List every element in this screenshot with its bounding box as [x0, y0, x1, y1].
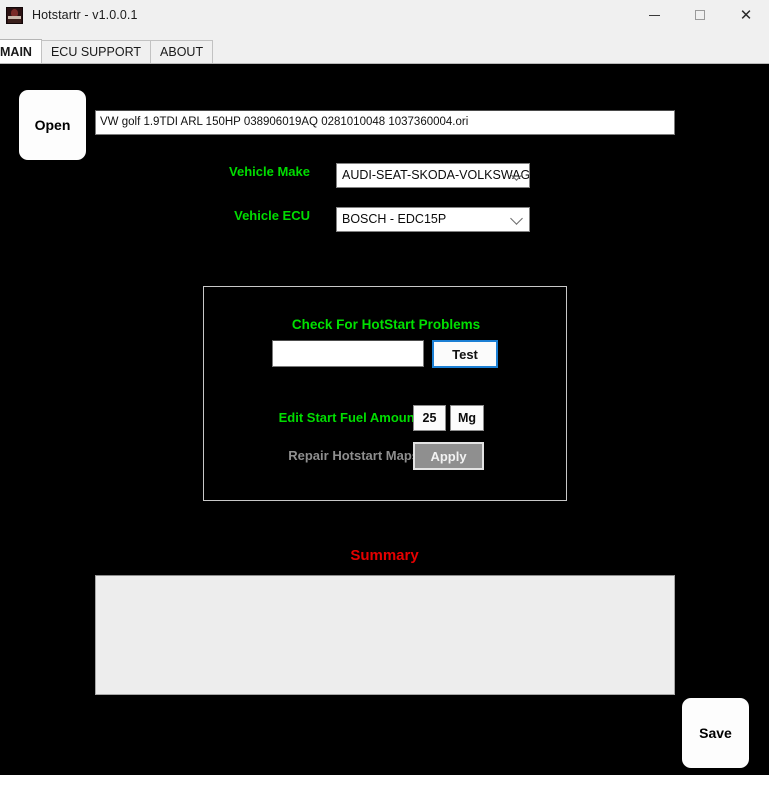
title-bar: Hotstartr - v1.0.0.1 ✕: [0, 0, 769, 30]
edit-start-fuel-label: Edit Start Fuel Amount: [278, 410, 419, 425]
main-content-area: Open VW golf 1.9TDI ARL 150HP 038906019A…: [0, 64, 769, 775]
chevron-down-icon: [510, 211, 523, 225]
summary-title: Summary: [350, 547, 419, 564]
vehicle-make-dropdown[interactable]: AUDI-SEAT-SKODA-VOLKSWAGEN: [336, 163, 530, 188]
vehicle-make-value: AUDI-SEAT-SKODA-VOLKSWAGEN: [342, 168, 530, 182]
summary-textarea[interactable]: [95, 575, 675, 695]
file-path-field[interactable]: VW golf 1.9TDI ARL 150HP 038906019AQ 028…: [95, 110, 675, 135]
apply-button[interactable]: Apply: [413, 442, 484, 470]
vehicle-ecu-label: Vehicle ECU: [234, 208, 310, 223]
minimize-button[interactable]: [631, 0, 677, 30]
panel-title: Check For HotStart Problems: [291, 317, 481, 332]
save-button[interactable]: Save: [682, 698, 749, 768]
maximize-icon: [695, 10, 705, 20]
open-button[interactable]: Open: [19, 90, 86, 160]
window-controls: ✕: [631, 0, 769, 30]
hotstart-panel: Check For HotStart Problems Test Edit St…: [203, 286, 567, 501]
close-button[interactable]: ✕: [723, 0, 769, 30]
vehicle-make-label: Vehicle Make: [229, 164, 310, 179]
tab-strip: MAIN ECU SUPPORT ABOUT: [0, 30, 769, 64]
test-button[interactable]: Test: [432, 340, 498, 368]
check-input[interactable]: [272, 340, 424, 367]
vehicle-ecu-value: BOSCH - EDC15P: [342, 212, 447, 226]
vehicle-ecu-dropdown[interactable]: BOSCH - EDC15P: [336, 207, 530, 232]
tab-about[interactable]: ABOUT: [150, 40, 214, 63]
window-title: Hotstartr - v1.0.0.1: [32, 8, 138, 22]
application-window: Hotstartr - v1.0.0.1 ✕ MAIN ECU SUPPORT …: [0, 0, 769, 800]
fuel-amount-input[interactable]: 25: [413, 405, 446, 431]
tab-ecu-support[interactable]: ECU SUPPORT: [40, 40, 152, 63]
repair-hotstart-maps-label: Repair Hotstart Maps: [288, 448, 419, 463]
tab-main[interactable]: MAIN: [0, 39, 42, 63]
maximize-button[interactable]: [677, 0, 723, 30]
minimize-icon: [648, 14, 660, 16]
app-icon: [6, 6, 23, 24]
fuel-unit-button[interactable]: Mg: [450, 405, 484, 431]
